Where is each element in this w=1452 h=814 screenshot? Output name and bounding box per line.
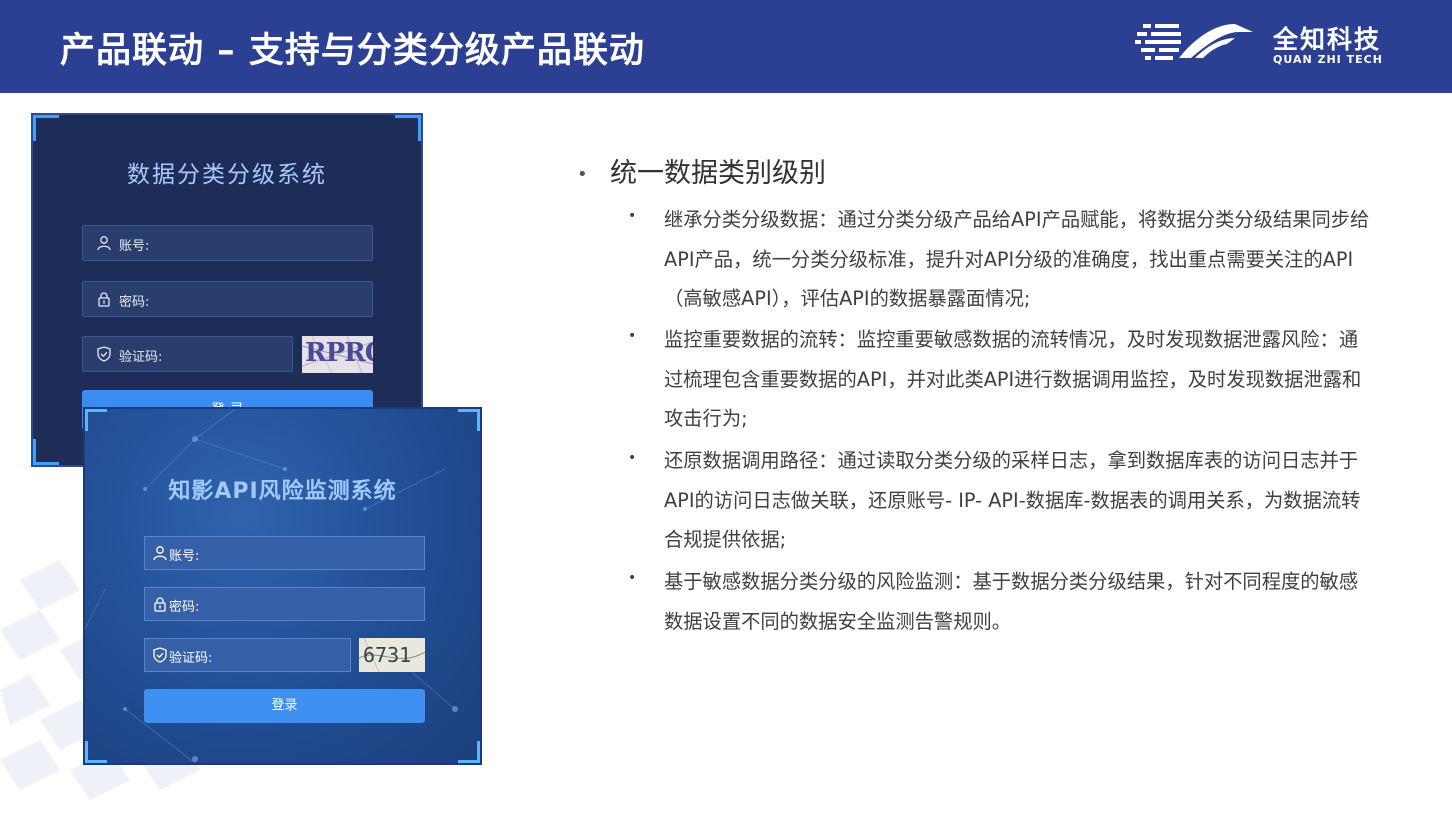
login2-password-label: 密码: [169,600,200,615]
login1-account-label: 账号: [119,239,150,254]
login1-captcha-image[interactable]: RPRQ [302,336,373,373]
login1-captcha-input[interactable]: 验证码: [82,336,293,372]
shield-check-icon [153,647,167,663]
main-bullet-dot: • [577,164,588,185]
frame-corner [33,439,59,465]
login1-title: 数据分类分级系统 [127,162,327,188]
lock-icon [154,597,166,612]
company-logo: 全知科技 QUAN ZHI TECH [1135,14,1395,74]
shield-check-icon [97,346,111,362]
login1-password-input[interactable]: 密码: [82,281,373,317]
frame-corner [33,115,59,141]
login2-account-label: 账号: [169,549,200,564]
login2-captcha-image[interactable]: 6731 [359,638,425,672]
login2-captcha-input[interactable]: 验证码: [144,638,351,672]
header-bar: 产品联动 – 支持与分类分级产品联动 全知科技 QUAN ZHI TECH [0,0,1452,93]
login1-account-input[interactable]: 账号: [82,225,373,261]
user-icon [97,236,111,251]
bullet-monitor-data-flow: 监控重要数据的流转：监控重要敏感数据的流转情况，及时发现数据泄露风险：通过梳理包… [664,328,1362,431]
bullet-restore-call-path: 还原数据调用路径：通过读取分类分级的采样日志，拿到数据库表的访问日志并于API的… [664,449,1361,552]
bullet-dot: • [628,570,637,586]
bullet-inherit-classification: 继承分类分级数据：通过分类分级产品给API产品赋能，将数据分类分级结果同步给AP… [664,208,1370,311]
bullet-dot: • [628,208,637,224]
login1-captcha-text: RPRQ [305,338,373,368]
lock-icon [98,292,110,307]
logo-bird-icon [1135,24,1253,60]
frame-corner [458,741,480,763]
bullet-risk-monitoring: 基于敏感数据分类分级的风险监测：基于数据分类分级结果，针对不同程度的敏感数据设置… [664,570,1359,633]
login2-captcha-label: 验证码: [169,651,213,666]
frame-corner [85,741,107,763]
bullet-dot: • [628,450,637,466]
login2-captcha-text: 6731 [363,643,412,667]
login2-submit-button[interactable]: 登录 [144,689,425,723]
page-title: 产品联动 – 支持与分类分级产品联动 [60,31,645,71]
frame-corner [395,115,421,141]
frame-corner [458,409,480,431]
frame-corner [85,409,107,431]
login2-password-input[interactable]: 密码: [144,587,425,621]
api-risk-system-login-screenshot: 知影API风险监测系统 账号: 密码: 验证码: 6731 登录 [83,407,482,765]
login2-title: 知影API风险监测系统 [168,479,397,504]
logo-english-name: QUAN ZHI TECH [1273,53,1383,66]
logo-chinese-name: 全知科技 [1273,25,1382,54]
login2-account-input[interactable]: 账号: [144,536,425,570]
main-heading: 统一数据类别级别 [610,158,826,189]
user-icon [153,546,167,561]
bullet-dot: • [628,328,637,344]
login1-password-label: 密码: [119,295,150,310]
login1-captcha-label: 验证码: [119,350,163,365]
